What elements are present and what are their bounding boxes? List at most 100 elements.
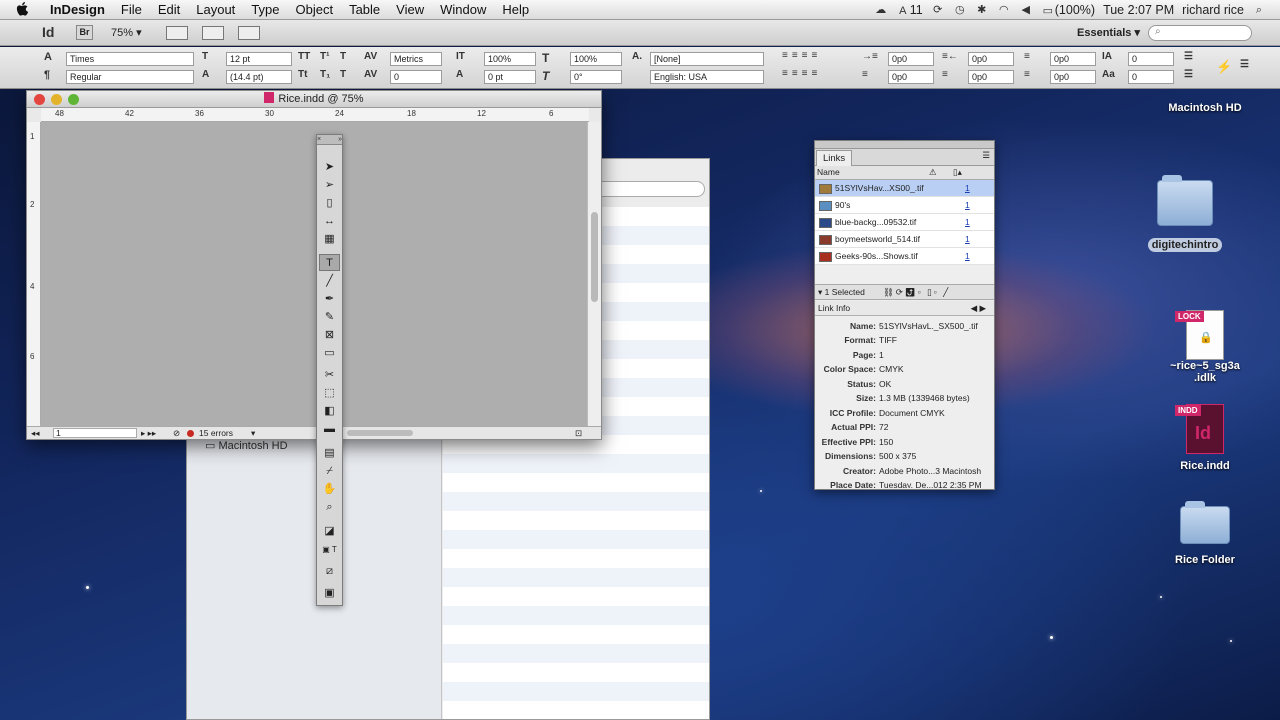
close-icon[interactable]: × bbox=[317, 136, 321, 143]
font-family-field[interactable]: Times bbox=[66, 52, 194, 66]
desktop-icon-lock-file[interactable]: LOCK 🔒 ~rice~5_sg3a .idlk bbox=[1160, 310, 1250, 384]
link-page[interactable]: 1 bbox=[965, 248, 970, 265]
menu-layout[interactable]: Layout bbox=[188, 2, 243, 17]
zoom-tool-icon[interactable]: ⌕ bbox=[319, 499, 340, 516]
menu-view[interactable]: View bbox=[388, 2, 432, 17]
first-page-icon[interactable]: ◂◂ bbox=[31, 427, 40, 439]
justify-icon[interactable]: ≡≡≡≡ bbox=[782, 68, 821, 79]
preflight-errors[interactable]: 15 errors bbox=[199, 427, 233, 439]
preflight-icon[interactable]: ⊘ bbox=[173, 427, 180, 439]
scroll-thumb[interactable] bbox=[591, 212, 598, 302]
subscript-icon[interactable]: T₁ bbox=[320, 69, 330, 80]
apple-icon[interactable] bbox=[14, 2, 32, 17]
page-column-icon[interactable]: ▯▴ bbox=[953, 166, 962, 179]
desktop-icon-digitechintro[interactable]: digitechintro bbox=[1140, 175, 1230, 252]
prev-next-icons[interactable]: ◀ ▶ bbox=[971, 301, 986, 316]
quick-apply-icon[interactable]: ⚡ bbox=[1216, 59, 1232, 75]
wifi-icon[interactable]: ◠ bbox=[997, 4, 1011, 16]
type-tool-icon[interactable]: T bbox=[319, 254, 340, 271]
link-page[interactable]: 1 bbox=[965, 180, 970, 197]
panel-menu-icon[interactable]: ☰ bbox=[1240, 59, 1249, 70]
volume-icon[interactable]: ◀ bbox=[1019, 4, 1033, 16]
link-page[interactable]: 1 bbox=[965, 214, 970, 231]
skew-field[interactable]: 0° bbox=[570, 70, 622, 84]
horizontal-ruler[interactable]: 48 42 36 30 24 18 12 6 bbox=[41, 108, 589, 122]
link-page[interactable]: 1 bbox=[965, 231, 970, 248]
menu-help[interactable]: Help bbox=[494, 2, 537, 17]
menu-table[interactable]: Table bbox=[341, 2, 388, 17]
screen-mode-button[interactable] bbox=[201, 25, 224, 40]
battery-status[interactable]: ▭ (100%) bbox=[1041, 3, 1096, 17]
zoom-button[interactable] bbox=[68, 94, 79, 105]
gradient-swatch-tool-icon[interactable]: ◧ bbox=[319, 403, 340, 420]
user-name[interactable]: richard rice bbox=[1182, 3, 1244, 17]
view-options-button[interactable] bbox=[165, 25, 188, 40]
links-panel-header[interactable] bbox=[815, 141, 994, 149]
clock[interactable]: Tue 2:07 PM bbox=[1103, 3, 1174, 17]
line-tool-icon[interactable]: ╱ bbox=[319, 273, 340, 290]
desktop-icon-rice-folder[interactable]: Rice Folder bbox=[1160, 501, 1250, 566]
language-field[interactable]: English: USA bbox=[650, 70, 764, 84]
link-row[interactable]: blue-backg...09532.tif 1 bbox=[815, 214, 994, 231]
bluetooth-icon[interactable]: ✱ bbox=[975, 4, 989, 16]
drop-cap-lines-field[interactable]: 0 bbox=[1128, 52, 1174, 66]
collapse-icon[interactable]: » bbox=[338, 135, 342, 144]
scissors-tool-icon[interactable]: ✂ bbox=[319, 367, 340, 384]
rectangle-frame-tool-icon[interactable]: ⊠ bbox=[319, 327, 340, 344]
help-search-input[interactable]: ⌕ bbox=[1148, 24, 1252, 41]
menu-window[interactable]: Window bbox=[432, 2, 494, 17]
page-number-field[interactable]: 1 bbox=[53, 428, 137, 438]
screen-mode-icon[interactable]: ▣ bbox=[319, 585, 340, 602]
link-row[interactable]: 90's 1 bbox=[815, 197, 994, 214]
resize-grip-icon[interactable]: ⊡ bbox=[575, 427, 582, 439]
left-indent-field[interactable]: 0p0 bbox=[888, 52, 934, 66]
horizontal-scale-field[interactable]: 100% bbox=[570, 52, 622, 66]
small-caps-icon[interactable]: Tt bbox=[298, 69, 307, 80]
superscript-icon[interactable]: T¹ bbox=[320, 51, 329, 62]
font-size-field[interactable]: 12 pt bbox=[226, 52, 292, 66]
eyedropper-tool-icon[interactable]: ⌿ bbox=[319, 463, 340, 480]
all-caps-icon[interactable]: TT bbox=[298, 51, 310, 62]
status-column-icon[interactable]: ⚠ bbox=[929, 166, 937, 179]
link-row[interactable]: boymeetsworld_514.tif 1 bbox=[815, 231, 994, 248]
bridge-button[interactable]: Br bbox=[76, 25, 93, 40]
vertical-scale-field[interactable]: 100% bbox=[484, 52, 536, 66]
underline-icon[interactable]: T bbox=[340, 51, 346, 62]
menu-object[interactable]: Object bbox=[288, 2, 342, 17]
apply-none-icon[interactable]: ⧄ bbox=[319, 563, 340, 580]
link-page[interactable]: 1 bbox=[965, 197, 970, 214]
direct-selection-tool-icon[interactable]: ➢ bbox=[319, 177, 340, 194]
bullets-icon[interactable]: ☰ bbox=[1184, 51, 1193, 62]
workspace-switcher[interactable]: Essentials ▾ bbox=[1077, 26, 1140, 39]
baseline-shift-field[interactable]: 0 pt bbox=[484, 70, 536, 84]
menu-edit[interactable]: Edit bbox=[150, 2, 188, 17]
desktop-icon-macintosh-hd[interactable]: Macintosh HD bbox=[1160, 102, 1250, 114]
numbering-icon[interactable]: ☰ bbox=[1184, 69, 1193, 80]
sidebar-item-macintosh-hd[interactable]: ▭ Macintosh HD bbox=[205, 439, 288, 452]
minimize-button[interactable] bbox=[51, 94, 62, 105]
character-mode-icon[interactable]: A bbox=[44, 51, 52, 63]
panel-menu-icon[interactable]: ☰ bbox=[982, 150, 990, 161]
vertical-scrollbar[interactable] bbox=[587, 122, 601, 427]
pencil-tool-icon[interactable]: ✎ bbox=[319, 309, 340, 326]
space-before-field[interactable]: 0p0 bbox=[1050, 52, 1096, 66]
link-action-icons[interactable]: ⛓⟳⤴▫ ▯▫ ╱ bbox=[883, 285, 950, 300]
arrange-documents-button[interactable] bbox=[237, 25, 260, 40]
desktop-icon-rice-indd[interactable]: INDD Id Rice.indd bbox=[1160, 404, 1250, 472]
link-row[interactable]: 51SYlVsHav...XS00_.tif 1 bbox=[815, 180, 994, 197]
spotlight-icon[interactable]: ⌕ bbox=[1252, 4, 1266, 16]
leading-field[interactable]: (14.4 pt) bbox=[226, 70, 292, 84]
document-titlebar[interactable]: Rice.indd @ 75% bbox=[27, 91, 601, 108]
pasteboard[interactable] bbox=[41, 122, 589, 427]
menu-app-name[interactable]: InDesign bbox=[42, 2, 113, 17]
adobe-status[interactable]: A 11 bbox=[896, 3, 923, 17]
hand-tool-icon[interactable]: ✋ bbox=[319, 481, 340, 498]
gradient-feather-tool-icon[interactable]: ▬ bbox=[319, 421, 340, 438]
character-style-field[interactable]: [None] bbox=[650, 52, 764, 66]
gap-tool-icon[interactable]: ↔ bbox=[319, 213, 340, 230]
content-collector-icon[interactable]: ▦ bbox=[319, 231, 340, 248]
last-line-indent-field[interactable]: 0p0 bbox=[968, 70, 1014, 84]
finder-search-input[interactable] bbox=[587, 181, 705, 197]
sync-icon[interactable]: ⟳ bbox=[931, 4, 945, 16]
note-tool-icon[interactable]: ▤ bbox=[319, 445, 340, 462]
